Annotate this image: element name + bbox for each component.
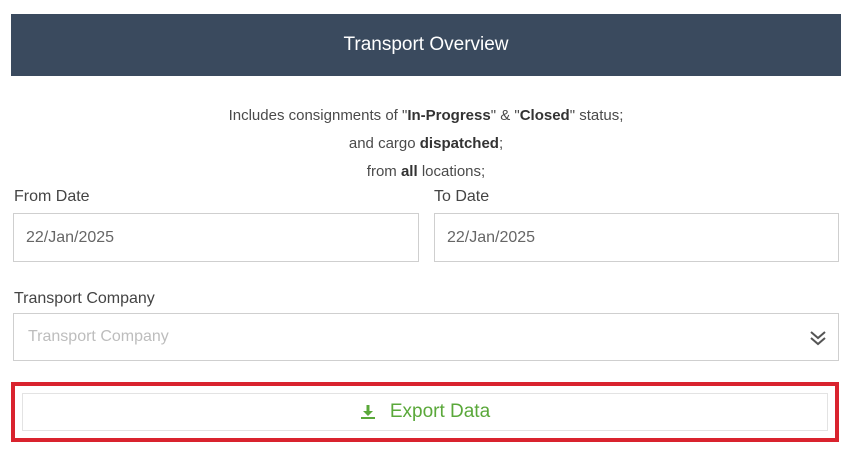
- transport-company-label: Transport Company: [14, 290, 155, 307]
- download-icon: [360, 405, 375, 419]
- export-highlight-frame: Export Data: [11, 382, 839, 442]
- from-date-label: From Date: [14, 188, 90, 205]
- to-date-label: To Date: [434, 188, 490, 205]
- info-line-status: Includes consignments of "In-Progress" &…: [228, 107, 624, 124]
- transport-overview-panel: Transport Overview Includes consignments…: [0, 0, 841, 459]
- panel-header: Transport Overview: [11, 14, 841, 76]
- double-chevron-down-icon: [810, 331, 826, 346]
- export-data-label: Export Data: [389, 401, 491, 422]
- info-line-locations: from all locations;: [366, 163, 486, 180]
- transport-company-select[interactable]: Transport Company: [13, 313, 839, 361]
- info-line-cargo: and cargo dispatched;: [348, 135, 504, 152]
- to-date-input[interactable]: [434, 213, 839, 262]
- page-title: Transport Overview: [343, 34, 509, 55]
- from-date-input[interactable]: [13, 213, 419, 262]
- export-data-button[interactable]: Export Data: [22, 393, 828, 431]
- info-text: Includes consignments of "In-Progress" &…: [11, 102, 841, 186]
- transport-company-placeholder: Transport Company: [28, 328, 169, 345]
